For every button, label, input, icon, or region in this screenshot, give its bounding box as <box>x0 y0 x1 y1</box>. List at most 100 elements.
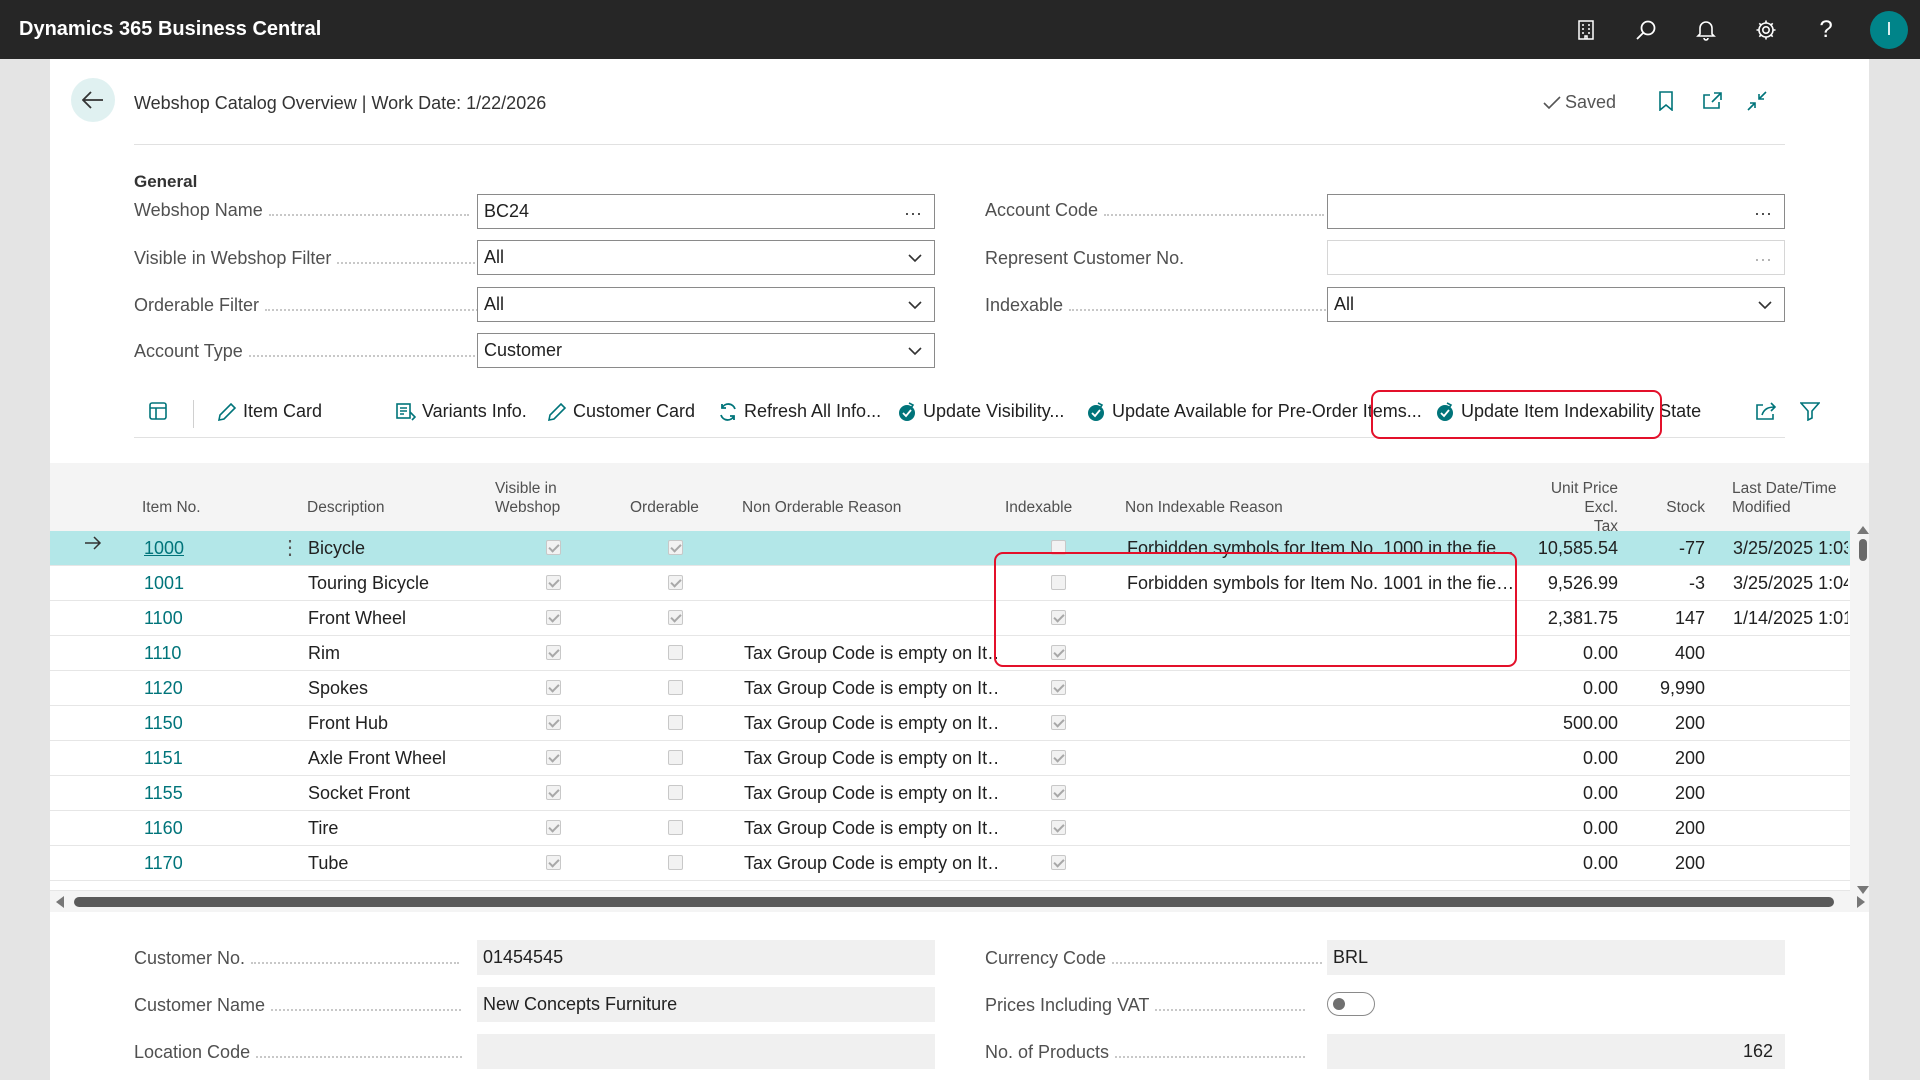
col-non-indexable-reason[interactable]: Non Indexable Reason <box>1125 498 1283 517</box>
unit-price-cell[interactable]: 0.00 <box>1520 678 1618 699</box>
description-cell[interactable]: Socket Front <box>308 783 488 804</box>
vertical-scrollbar-thumb[interactable] <box>1859 539 1867 561</box>
stock-cell[interactable]: 200 <box>1640 713 1705 734</box>
description-cell[interactable]: Front Wheel <box>308 608 488 629</box>
bell-icon[interactable] <box>1676 0 1736 59</box>
no-of-products-field[interactable]: 162 <box>1327 1034 1785 1069</box>
help-icon[interactable]: ? <box>1796 0 1856 59</box>
non-orderable-reason-cell[interactable]: Tax Group Code is empty on It… <box>744 713 999 734</box>
company-icon[interactable] <box>1556 0 1616 59</box>
indexable-checkbox[interactable] <box>1051 855 1066 870</box>
col-last-modified[interactable]: Last Date/Time Modified <box>1732 479 1837 517</box>
item-no-link[interactable]: 1110 <box>144 643 181 664</box>
col-stock[interactable]: Stock <box>1640 498 1705 517</box>
lookup-ellipsis-icon[interactable]: ··· <box>904 203 922 224</box>
filter-button[interactable] <box>1800 401 1820 421</box>
visible-checkbox[interactable] <box>546 540 561 555</box>
description-cell[interactable]: Rim <box>308 643 488 664</box>
orderable-checkbox[interactable] <box>668 855 683 870</box>
visible-checkbox[interactable] <box>546 715 561 730</box>
indexable-select[interactable]: All <box>1327 287 1785 322</box>
scroll-down-arrow[interactable] <box>1857 886 1869 894</box>
stock-cell[interactable]: 200 <box>1640 853 1705 874</box>
col-non-orderable-reason[interactable]: Non Orderable Reason <box>742 498 901 517</box>
indexable-checkbox[interactable] <box>1051 820 1066 835</box>
item-no-link[interactable]: 1155 <box>144 783 183 804</box>
table-row[interactable]: 1160 Tire Tax Group Code is empty on It… 0.… <box>50 811 1850 846</box>
orderable-checkbox[interactable] <box>668 785 683 800</box>
customer-name-field[interactable]: New Concepts Furniture <box>477 987 935 1022</box>
item-no-link[interactable]: 1100 <box>144 608 183 629</box>
item-no-link[interactable]: 1150 <box>144 713 183 734</box>
unit-price-cell[interactable]: 0.00 <box>1520 783 1618 804</box>
description-cell[interactable]: Axle Front Wheel <box>308 748 488 769</box>
indexable-checkbox[interactable] <box>1051 750 1066 765</box>
avatar[interactable]: I <box>1870 10 1908 49</box>
horizontal-scrollbar-thumb[interactable] <box>74 897 1834 907</box>
col-indexable[interactable]: Indexable <box>1005 498 1072 517</box>
orderable-checkbox[interactable] <box>668 820 683 835</box>
stock-cell[interactable]: 200 <box>1640 783 1705 804</box>
stock-cell[interactable]: 200 <box>1640 748 1705 769</box>
share-button[interactable] <box>1755 401 1777 421</box>
webshop-name-field[interactable]: BC24 ··· <box>477 194 935 229</box>
currency-code-field[interactable]: BRL <box>1327 940 1785 975</box>
description-cell[interactable]: Touring Bicycle <box>308 573 488 594</box>
orderable-checkbox[interactable] <box>668 680 683 695</box>
table-row[interactable]: 1150 Front Hub Tax Group Code is empty on … <box>50 706 1850 741</box>
unit-price-cell[interactable]: 0.00 <box>1520 853 1618 874</box>
col-unit-price[interactable]: Unit Price Excl. Tax <box>1520 479 1618 536</box>
stock-cell[interactable]: 200 <box>1640 818 1705 839</box>
open-new-window-icon[interactable] <box>1697 86 1727 116</box>
indexable-checkbox[interactable] <box>1051 680 1066 695</box>
unit-price-cell[interactable]: 500.00 <box>1520 713 1618 734</box>
unit-price-cell[interactable]: 2,381.75 <box>1520 608 1618 629</box>
scroll-up-arrow[interactable] <box>1857 526 1869 534</box>
non-orderable-reason-cell[interactable]: Tax Group Code is empty on It… <box>744 678 999 699</box>
unit-price-cell[interactable]: 10,585.54 <box>1520 538 1618 559</box>
table-row[interactable]: 1110 Rim Tax Group Code is empty on It… 0.0… <box>50 636 1850 671</box>
row-actions-menu-icon[interactable]: ⋮ <box>280 535 300 560</box>
stock-cell[interactable]: -77 <box>1640 538 1705 559</box>
back-button[interactable] <box>71 78 115 122</box>
location-code-field[interactable] <box>477 1034 935 1069</box>
col-visible[interactable]: Visible in Webshop <box>495 479 560 517</box>
refresh-all-info-button[interactable]: Refresh All Info... <box>718 401 881 422</box>
orderable-checkbox[interactable] <box>668 750 683 765</box>
customer-card-button[interactable]: Customer Card <box>547 401 695 422</box>
indexable-checkbox[interactable] <box>1051 785 1066 800</box>
description-cell[interactable]: Tube <box>308 853 488 874</box>
item-no-link[interactable]: 1000 <box>144 538 184 559</box>
orderable-checkbox[interactable] <box>668 575 683 590</box>
unit-price-cell[interactable]: 0.00 <box>1520 748 1618 769</box>
table-row[interactable]: 1151 Axle Front Wheel Tax Group Code is em… <box>50 741 1850 776</box>
stock-cell[interactable]: 147 <box>1640 608 1705 629</box>
collapse-icon[interactable] <box>1742 86 1772 116</box>
orderable-filter-select[interactable]: All <box>477 287 935 322</box>
description-cell[interactable]: Bicycle <box>308 538 488 559</box>
table-row[interactable]: 1100 Front Wheel 2,381.75 147 1/14/2025 1:01 <box>50 601 1850 636</box>
description-cell[interactable]: Front Hub <box>308 713 488 734</box>
visible-checkbox[interactable] <box>546 610 561 625</box>
view-layout-button[interactable] <box>148 401 168 421</box>
visible-checkbox[interactable] <box>546 820 561 835</box>
description-cell[interactable]: Spokes <box>308 678 488 699</box>
table-row[interactable]: 1155 Socket Front Tax Group Code is empty … <box>50 776 1850 811</box>
section-general-title[interactable]: General <box>134 172 197 192</box>
lookup-ellipsis-icon[interactable]: ··· <box>1754 249 1772 270</box>
visible-checkbox[interactable] <box>546 785 561 800</box>
visible-checkbox[interactable] <box>546 750 561 765</box>
represent-customer-field[interactable]: ··· <box>1327 240 1785 275</box>
item-no-link[interactable]: 1120 <box>144 678 183 699</box>
description-cell[interactable]: Tire <box>308 818 488 839</box>
non-orderable-reason-cell[interactable]: Tax Group Code is empty on It… <box>744 643 999 664</box>
last-modified-cell[interactable]: 3/25/2025 1:04 <box>1733 573 1848 594</box>
stock-cell[interactable]: 400 <box>1640 643 1705 664</box>
prices-incl-vat-toggle[interactable] <box>1327 992 1375 1016</box>
variants-info-button[interactable]: Variants Info. <box>396 401 527 422</box>
table-row[interactable]: 1001 Touring Bicycle Forbidden symbols for… <box>50 566 1850 601</box>
unit-price-cell[interactable]: 0.00 <box>1520 818 1618 839</box>
non-orderable-reason-cell[interactable]: Tax Group Code is empty on It… <box>744 783 999 804</box>
item-no-link[interactable]: 1170 <box>144 853 183 874</box>
bookmark-icon[interactable] <box>1651 86 1681 116</box>
